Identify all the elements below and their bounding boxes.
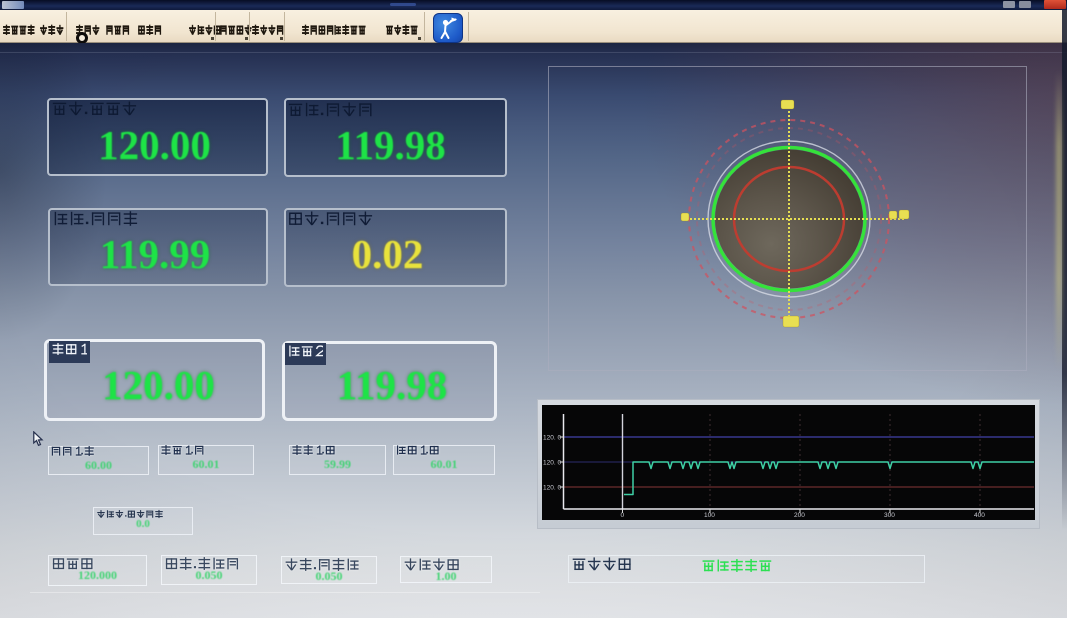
svg-text:200: 200 [794, 512, 805, 519]
svg-text:0: 0 [621, 512, 625, 519]
svg-text:120. 0: 120. 0 [543, 485, 561, 492]
svg-text:120. 0: 120. 0 [543, 435, 561, 442]
svg-text:120. 0: 120. 0 [543, 460, 561, 467]
svg-text:400: 400 [974, 512, 985, 519]
svg-text:300: 300 [884, 512, 895, 519]
svg-text:100: 100 [704, 512, 715, 519]
